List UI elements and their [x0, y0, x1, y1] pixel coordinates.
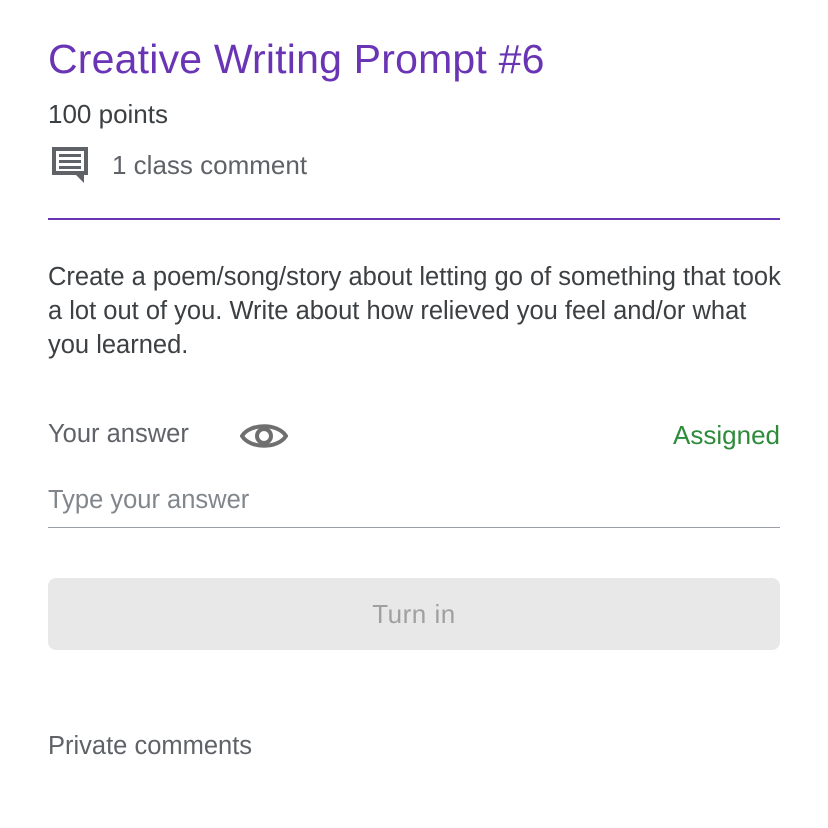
answer-input[interactable]: [48, 474, 780, 528]
assignment-page: Creative Writing Prompt #6 100 points 1 …: [0, 0, 828, 828]
class-comments-count: 1 class comment: [112, 149, 308, 180]
class-comments-link[interactable]: 1 class comment: [48, 143, 307, 187]
title-divider: [48, 218, 780, 220]
answer-header: Your answer Assigned: [48, 414, 780, 458]
eye-icon[interactable]: [239, 414, 289, 458]
assignment-title: Creative Writing Prompt #6: [48, 36, 545, 82]
status-badge: Assigned: [673, 420, 780, 450]
assignment-points: 100 points: [48, 99, 168, 129]
assignment-description: Create a poem/song/story about letting g…: [48, 263, 781, 359]
private-comments-label: Private comments: [48, 732, 253, 760]
your-answer-label: Your answer: [48, 420, 189, 448]
turn-in-button[interactable]: Turn in: [48, 578, 780, 650]
comment-icon: [48, 143, 92, 187]
